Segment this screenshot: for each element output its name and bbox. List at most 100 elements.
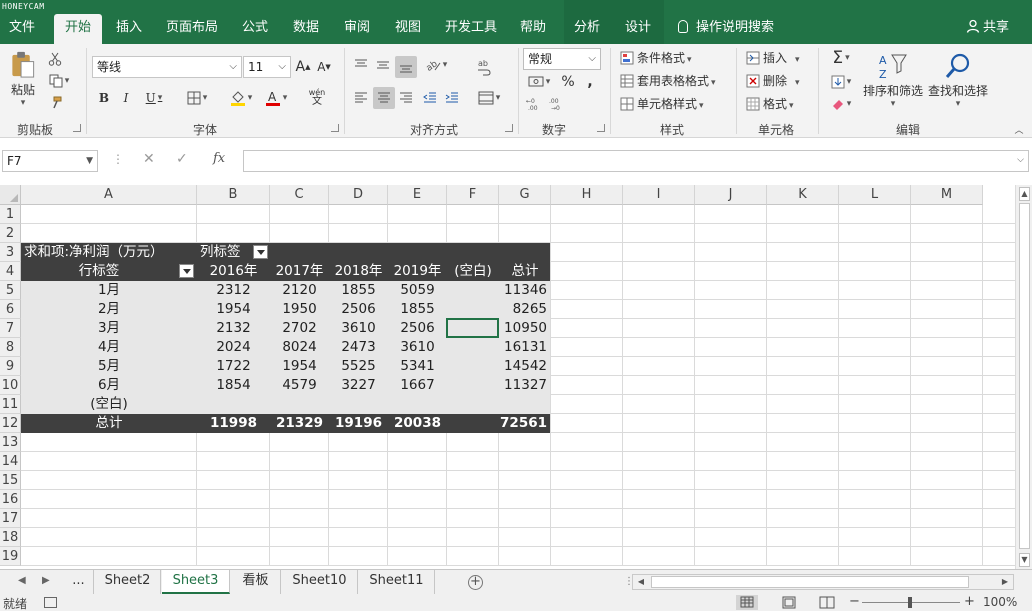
conditional-formatting-button[interactable]: 条件格式 ▾: [620, 48, 692, 70]
row-header-5[interactable]: 5: [0, 281, 21, 300]
align-middle-button[interactable]: [374, 56, 392, 74]
scroll-up-icon[interactable]: ▲: [1019, 187, 1030, 201]
paste-button[interactable]: 粘贴 ▾: [6, 50, 40, 108]
format-as-table-button[interactable]: 套用表格格式 ▾: [620, 71, 716, 93]
tab-insert[interactable]: 插入: [108, 14, 150, 44]
format-cells-button[interactable]: 格式 ▾: [746, 94, 794, 116]
phonetic-button[interactable]: wén 文: [302, 84, 332, 110]
font-launcher-icon[interactable]: [331, 124, 339, 132]
sheet-tab-sheet2[interactable]: Sheet2: [95, 570, 161, 594]
scroll-thumb[interactable]: [651, 576, 969, 588]
prev-sheet-icon[interactable]: ◀: [18, 575, 26, 586]
select-all-button[interactable]: [0, 185, 21, 205]
tab-review[interactable]: 审阅: [336, 14, 378, 44]
sheet-tab-dashboard[interactable]: 看板: [231, 570, 281, 594]
row-header-15[interactable]: 15: [0, 471, 21, 490]
row-header-17[interactable]: 17: [0, 509, 21, 528]
align-top-button[interactable]: [352, 56, 370, 74]
number-launcher-icon[interactable]: [597, 124, 605, 132]
column-header-e[interactable]: E: [388, 185, 447, 205]
row-header-10[interactable]: 10: [0, 376, 21, 395]
percent-button[interactable]: %: [559, 72, 577, 92]
scroll-thumb[interactable]: [1019, 203, 1030, 549]
clear-button[interactable]: ▾: [826, 94, 856, 114]
fill-button[interactable]: ▾: [826, 72, 856, 92]
format-painter-button[interactable]: [44, 94, 66, 112]
row-header-9[interactable]: 9: [0, 357, 21, 376]
italic-button[interactable]: I: [118, 88, 134, 108]
tab-analyze[interactable]: 分析: [566, 14, 608, 44]
column-header-b[interactable]: B: [197, 185, 270, 205]
row-header-7[interactable]: 7: [0, 319, 21, 338]
horizontal-scrollbar[interactable]: ◀ ▶: [632, 574, 1014, 590]
column-header-m[interactable]: M: [911, 185, 983, 205]
shrink-font-button[interactable]: A ▼: [315, 56, 333, 78]
row-header-3[interactable]: 3: [0, 243, 21, 262]
comma-button[interactable]: ,: [582, 72, 598, 92]
underline-button[interactable]: U ▾: [140, 88, 168, 108]
row-header-18[interactable]: 18: [0, 528, 21, 547]
collapse-ribbon-icon[interactable]: ︿: [1012, 124, 1026, 136]
copy-button[interactable]: ▾: [44, 72, 74, 90]
row-labels-filter-icon[interactable]: [179, 264, 194, 278]
normal-view-icon[interactable]: [736, 595, 758, 610]
zoom-slider-thumb[interactable]: [908, 597, 912, 608]
tab-home[interactable]: 开始: [54, 14, 102, 44]
cell-styles-button[interactable]: 单元格样式 ▾: [620, 94, 704, 116]
align-bottom-button[interactable]: [395, 56, 417, 78]
row-header-12[interactable]: 12: [0, 414, 21, 433]
insert-function-button[interactable]: fx: [213, 151, 225, 166]
accounting-format-button[interactable]: ▾: [524, 72, 554, 92]
decrease-indent-button[interactable]: [421, 88, 439, 108]
active-cell-outline[interactable]: [446, 318, 499, 338]
next-sheet-icon[interactable]: ▶: [42, 575, 50, 586]
more-sheets-button[interactable]: ...: [64, 570, 94, 594]
page-layout-view-icon[interactable]: [778, 595, 800, 610]
tab-design[interactable]: 设计: [617, 14, 659, 44]
number-format-box[interactable]: 常规 ⌵: [523, 48, 601, 70]
alignment-launcher-icon[interactable]: [505, 124, 513, 132]
sheet-tab-sheet3[interactable]: Sheet3: [162, 570, 230, 594]
drag-handle-icon[interactable]: ⋮: [112, 152, 124, 166]
share-button[interactable]: 共享: [966, 14, 1009, 44]
row-header-8[interactable]: 8: [0, 338, 21, 357]
worksheet-grid[interactable]: ABCDEFGHIJKLM 1 2 3 4 5 6 7 8 9 10 11 12 13 14 15 16 17 1…: [0, 185, 1032, 569]
row-header-13[interactable]: 13: [0, 433, 21, 452]
decrease-decimal-button[interactable]: .00 →0: [547, 94, 567, 114]
row-header-19[interactable]: 19: [0, 547, 21, 566]
column-header-a[interactable]: A: [21, 185, 197, 205]
font-name-box[interactable]: 等线 ⌵: [92, 56, 242, 78]
column-labels-filter-icon[interactable]: [253, 245, 268, 259]
page-break-view-icon[interactable]: [816, 595, 838, 610]
align-center-button[interactable]: [373, 87, 395, 109]
tab-view[interactable]: 视图: [387, 14, 429, 44]
scroll-down-icon[interactable]: ▼: [1019, 553, 1030, 567]
sheet-tab-sheet11[interactable]: Sheet11: [359, 570, 435, 594]
grow-font-button[interactable]: A ▲: [294, 56, 312, 78]
row-header-4[interactable]: 4: [0, 262, 21, 281]
row-header-2[interactable]: 2: [0, 224, 21, 243]
autosum-button[interactable]: Σ ▾: [826, 48, 856, 68]
tell-me-search[interactable]: 操作说明搜索: [678, 14, 774, 44]
delete-cells-button[interactable]: 删除 ▾: [746, 71, 800, 93]
sheet-tab-sheet10[interactable]: Sheet10: [282, 570, 358, 594]
add-sheet-icon[interactable]: +: [468, 575, 483, 590]
borders-button[interactable]: ▾: [182, 88, 212, 108]
tab-page-layout[interactable]: 页面布局: [160, 14, 224, 44]
expand-formula-icon[interactable]: ⌵: [1017, 155, 1024, 165]
column-header-l[interactable]: L: [839, 185, 911, 205]
find-select-button[interactable]: 查找和选择 ▾: [926, 50, 990, 110]
bold-button[interactable]: B: [96, 88, 112, 108]
row-header-16[interactable]: 16: [0, 490, 21, 509]
cancel-icon[interactable]: ✕: [143, 151, 155, 167]
zoom-out-button[interactable]: −: [849, 594, 860, 609]
font-color-button[interactable]: A ▾: [260, 88, 292, 108]
zoom-in-button[interactable]: +: [964, 594, 975, 609]
insert-cells-button[interactable]: 插入 ▾: [746, 48, 800, 70]
enter-check-icon[interactable]: ✓: [176, 151, 188, 167]
column-header-i[interactable]: I: [623, 185, 695, 205]
tab-data[interactable]: 数据: [285, 14, 327, 44]
formula-input[interactable]: ⌵: [243, 150, 1029, 172]
scroll-right-icon[interactable]: ▶: [999, 576, 1011, 588]
tab-help[interactable]: 帮助: [512, 14, 554, 44]
